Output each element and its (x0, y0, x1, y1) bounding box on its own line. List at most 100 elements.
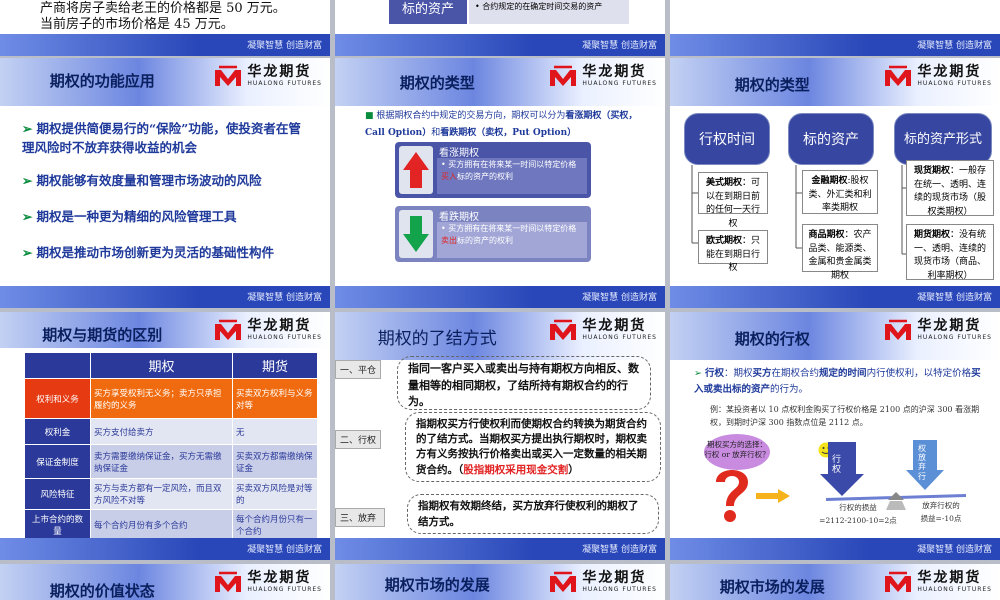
comparison-table: 期权 期货 权利和义务 买方享受权利无义务；卖方只承担履约的义务 买卖双方权利与义务… (24, 352, 319, 541)
slide-title: 期权与期货的区别 (42, 326, 163, 344)
slide-footer: 凝聚智慧 创造财富 (335, 538, 665, 560)
exercise-arrow: 行权 (820, 442, 864, 496)
hualong-logo-icon (213, 64, 243, 88)
slide-market-development-2[interactable]: 期权市场的发展 华龙期货 HUALONG FUTURES (670, 564, 1000, 600)
european-option-box: 欧式期权：只能在到期日行权 (698, 230, 768, 273)
logo-cn: 华龙期货 (247, 318, 312, 334)
hualong-logo: 华龙期货 HUALONG FUTURES (883, 570, 992, 594)
slide-footer: 凝聚智慧 创造财富 (0, 286, 330, 308)
slide-footer: 凝聚智慧 创造财富 (0, 34, 330, 56)
futures-option-box: 期货期权：没有统一、透明、连续的现货市场（商品、利率期权） (906, 224, 994, 281)
logo-cn: 华龙期货 (247, 570, 312, 586)
slide-title: 期权市场的发展 (719, 578, 825, 596)
right-arrow-icon (756, 488, 790, 503)
slide-title: 期权的类型 (399, 74, 475, 92)
logo-en: HUALONG FUTURES (247, 80, 322, 87)
logo-en: HUALONG FUTURES (582, 586, 657, 593)
table-header-row: 期权 期货 (24, 352, 319, 379)
logo-cn: 华龙期货 (247, 64, 312, 80)
exercise-definition: ➢ 行权：期权买方在期权合约规定的时间内行使权利，以特定价格买入或卖出标的资产的… (694, 368, 981, 396)
exercise-example: 例：某投资者以 10 点权利金购买了行权价格是 2100 点的沪深 300 看涨… (710, 405, 980, 427)
hualong-logo: 华龙期货 HUALONG FUTURES (548, 570, 657, 594)
logo-cn: 华龙期货 (917, 570, 982, 586)
bullet-4: 期权是推动市场创新更为灵活的基础性构件 (22, 244, 307, 263)
abandon-pnl: 放弃行权的 损益=-10点 (920, 501, 962, 523)
hualong-logo: 华龙期货 HUALONG FUTURES (213, 318, 322, 342)
slide-option-types-direction[interactable]: 期权的类型 华龙期货 HUALONG FUTURES ■ 根据期权合约中规定的交易… (335, 58, 665, 308)
tag-close-position: 一、平仓 (335, 360, 381, 379)
table-row: 权利金 买方支付给卖方无 (24, 418, 319, 445)
hualong-logo-icon (883, 318, 913, 342)
slide-footer: 凝聚智慧 创造财富 (670, 34, 1000, 56)
commodity-option-box: 商品期权：农产品类、能源类、金属和贵金属类期权 (802, 224, 878, 281)
hualong-logo: 华龙期货 HUALONG FUTURES (213, 64, 322, 88)
logo-cn: 华龙期货 (582, 318, 647, 334)
financial-option-box: 金融期权:股权类、外汇类和利率类期权 (802, 170, 878, 214)
slide-option-vs-futures[interactable]: 期权与期货的区别 华龙期货 HUALONG FUTURES 期权 期货 权利和义务… (0, 312, 330, 560)
put-option-card[interactable]: 看跌期权 • 买方拥有在将来某一时间以特定价格卖出标的资产的权利 (395, 206, 591, 262)
slide-top-right: 凝聚智慧 创造财富 (670, 0, 1000, 56)
table-row: 上市合约的数量 每个合约月份有多个合约 每个合约月份只有一个合约 (24, 509, 319, 541)
exercise-pnl: 行权的损益 =2112-2100-10=2点 (819, 503, 897, 525)
table-row: 风险特征 买方与卖方都有一定风险，而且双方风险不对等 买卖双方风险是对等的 (24, 478, 319, 510)
slide-footer: 凝聚智慧 创造财富 (335, 34, 665, 56)
slide-option-functions[interactable]: 期权的功能应用 华龙期货HUALONG FUTURES 期权提供简便易行的“保险… (0, 58, 330, 308)
logo-cn: 华龙期货 (582, 570, 647, 586)
call-option-title: 看涨期权 (439, 148, 479, 159)
underlying-desc: • 合约规定的在确定时间交易的资产 (469, 0, 629, 24)
logo-en: HUALONG FUTURES (247, 334, 322, 341)
slide-title: 期权的价值状态 (49, 582, 155, 600)
slide-value-state[interactable]: 期权的价值状态 华龙期货 HUALONG FUTURES (0, 564, 330, 600)
slide-option-exercise[interactable]: 期权的行权 华龙期货 HUALONG FUTURES ➢ 行权：期权买方在期权合约… (670, 312, 1000, 560)
bullet-3: 期权是一种更为精细的风险管理工具 (22, 208, 307, 227)
logo-cn: 华龙期货 (917, 318, 982, 334)
types-intro: ■ 根据期权合约中规定的交易方向，期权可以分为看涨期权（买权，Call Opti… (365, 111, 638, 139)
table-row: 保证金制度 卖方需要缴纳保证金，买方无需缴纳保证金 买卖双方都需缴纳保证金 (24, 444, 319, 479)
hualong-logo-icon (548, 64, 578, 88)
slide-footer: 凝聚智慧 创造财富 (0, 538, 330, 560)
hualong-logo: 华龙期货 HUALONG FUTURES (883, 318, 992, 342)
hualong-logo-icon (213, 570, 243, 594)
slide-title: 期权的了结方式 (377, 329, 497, 349)
slide-footer: 凝聚智慧 创造财富 (670, 538, 1000, 560)
question-mark-icon (706, 464, 756, 526)
hualong-logo-icon (213, 318, 243, 342)
put-option-title: 看跌期权 (439, 212, 479, 223)
story-text-2: 当前房子的市场价格是 45 万元。 (40, 17, 234, 32)
callout-exercise: 指期权买方行使权利而使期权合约转换为期货合约的了结方式。当期权买方提出执行期权时… (405, 412, 661, 482)
table-row: 权利和义务 买方享受权利无义务；卖方只承担履约的义务 买卖双方权利与义务对等 (24, 378, 319, 419)
header-option: 期权 (90, 352, 233, 379)
callout-close-position: 指同一客户买入或卖出与持有期权方向相反、数量相等的相同期权，了结所持有期权合约的… (397, 356, 651, 410)
slide-top-left: 产商将房子卖给老王的价格都是 50 万元。 当前房子的市场价格是 45 万元。 … (0, 0, 330, 56)
down-arrow-icon (399, 210, 433, 258)
spot-option-box: 现货期权：一般存在统一、透明、连续的现货市场（股权类期权） (906, 160, 994, 217)
american-option-box: 美式期权：可以在到期日前的任何一天行权 (698, 172, 768, 229)
slide-option-closing[interactable]: 期权的了结方式 华龙期货 HUALONG FUTURES 一、平仓 指同一客户买入… (335, 312, 665, 560)
hualong-logo: 华龙期货 HUALONG FUTURES (548, 64, 657, 88)
header-futures: 期货 (231, 352, 319, 379)
logo-en: HUALONG FUTURES (582, 80, 657, 87)
call-option-card[interactable]: 看涨期权 • 买方拥有在将来某一时间以特定价格买入标的资产的权利 (395, 142, 591, 198)
tag-exercise: 二、行权 (335, 430, 381, 449)
up-arrow-icon (399, 146, 433, 194)
bullet-2: 期权能够有效度量和管理市场波动的风险 (22, 172, 307, 191)
put-option-desc: • 买方拥有在将来某一时间以特定价格卖出标的资产的权利 (437, 222, 587, 258)
call-option-desc: • 买方拥有在将来某一时间以特定价格买入标的资产的权利 (437, 158, 587, 194)
slide-footer: 凝聚智慧 创造财富 (335, 286, 665, 308)
logo-en: HUALONG FUTURES (917, 334, 992, 341)
slide-option-types-categories[interactable]: 期权的类型 华龙期货 HUALONG FUTURES 行权时间 标的资产 标的资产… (670, 58, 1000, 308)
callout-abandon: 指期权有效期终结，买方放弃行使权利的期权了结方式。 (407, 494, 659, 534)
slide-market-development-1[interactable]: 期权市场的发展 华龙期货 HUALONG FUTURES (335, 564, 665, 600)
bullet-1: 期权提供简便易行的“保险”功能，使投资者在管理风险时不放弃获得收益的机会 (22, 120, 307, 158)
abandon-arrow: 权放弃行 (906, 440, 944, 490)
logo-en: HUALONG FUTURES (917, 586, 992, 593)
hualong-logo: 华龙期货 HUALONG FUTURES (548, 318, 657, 342)
logo-cn: 华龙期货 (582, 64, 647, 80)
logo-en: HUALONG FUTURES (582, 334, 657, 341)
slide-title: 期权市场的发展 (384, 576, 490, 594)
hualong-logo: 华龙期货 HUALONG FUTURES (213, 570, 322, 594)
hualong-logo-icon (548, 318, 578, 342)
logo-en: HUALONG FUTURES (247, 586, 322, 593)
hualong-logo-icon (883, 570, 913, 594)
slide-footer: 凝聚智慧 创造财富 (670, 286, 1000, 308)
